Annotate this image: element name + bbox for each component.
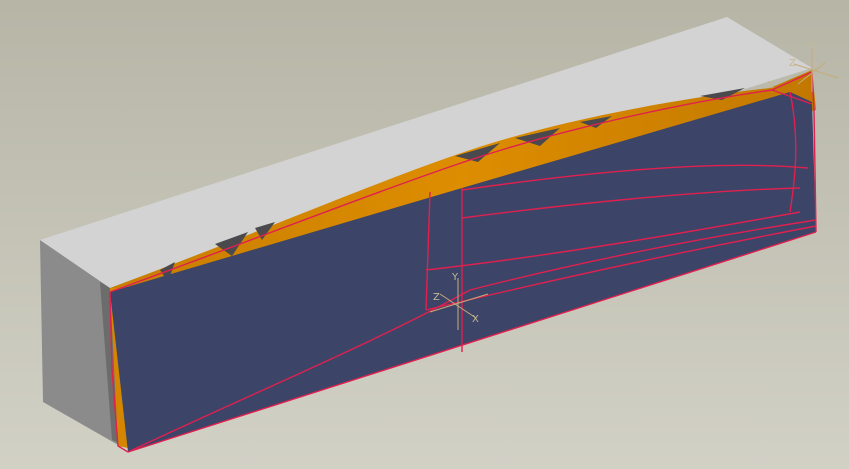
center-csys-label-x: X [472, 314, 479, 325]
model-canvas[interactable]: Y Z X Y Z X [0, 0, 849, 469]
corner-csys-label-z: Z [789, 58, 796, 69]
center-csys-label-z: Z [433, 292, 440, 303]
corner-csys-label-y: Y [807, 40, 815, 51]
model-viewport[interactable]: Y Z X Y Z X [0, 0, 849, 469]
corner-csys-label-x: X [767, 80, 774, 91]
center-csys-label-y: Y [451, 272, 459, 283]
